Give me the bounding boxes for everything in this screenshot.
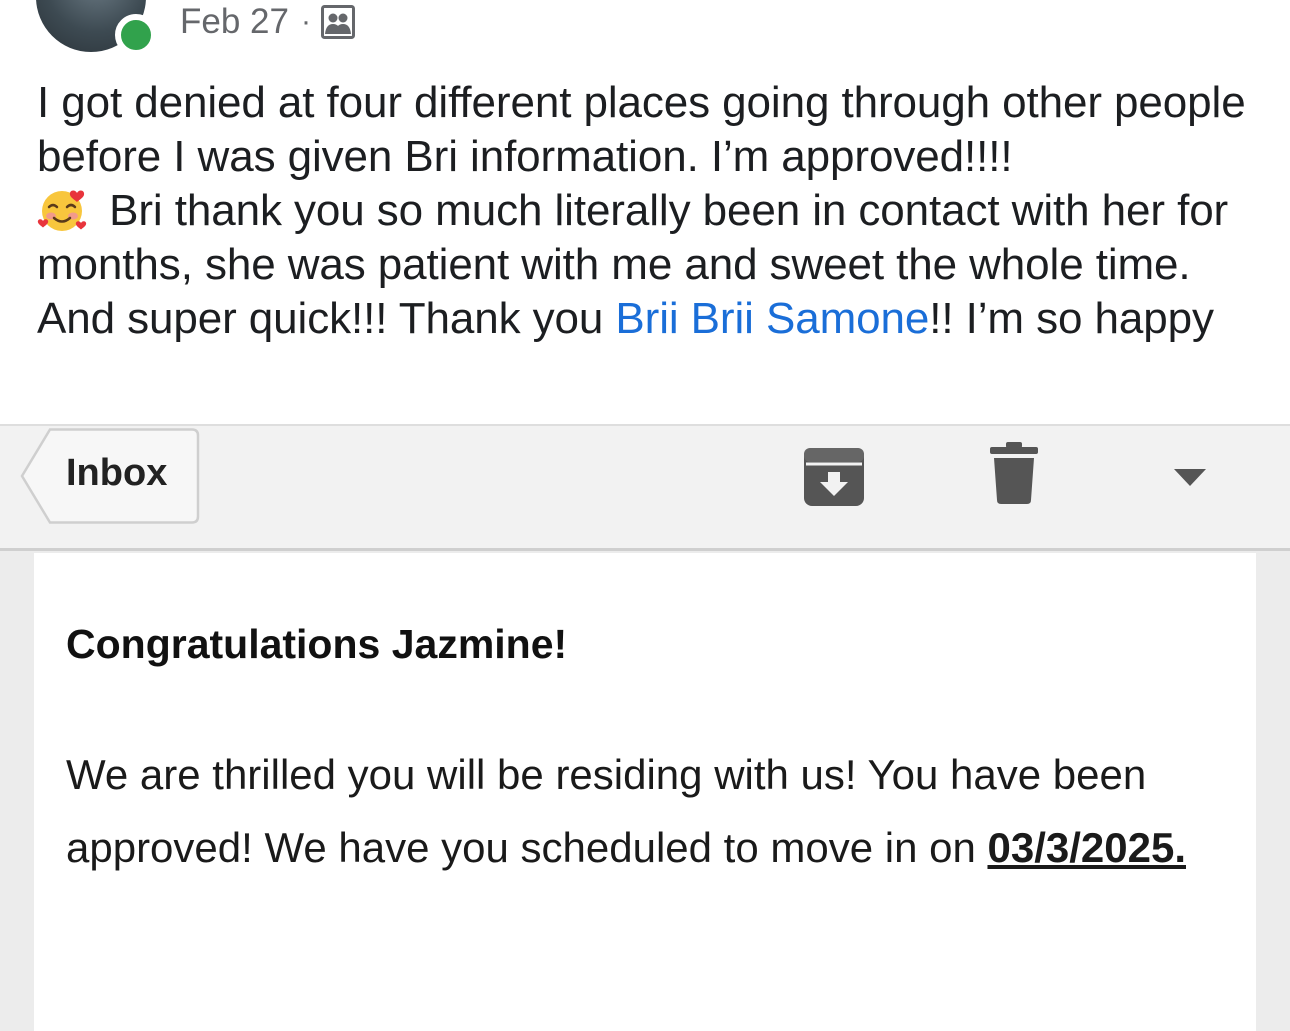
post-body: I got denied at four different places go…: [37, 76, 1267, 346]
post-meta: Feb 27 ·: [180, 2, 355, 42]
email-greeting: Congratulations Jazmine!: [66, 621, 568, 667]
email-screenshot[interactable]: Inbox Congratulations Jazmine! We are th…: [0, 424, 1290, 1031]
email-body: Congratulations Jazmine! We are thrilled…: [34, 553, 1256, 1031]
inbox-label: Inbox: [66, 452, 168, 494]
mention-link[interactable]: Brii Brii Samone: [615, 294, 929, 343]
inbox-back-button[interactable]: Inbox: [20, 428, 200, 524]
chevron-down-icon[interactable]: [1172, 466, 1208, 493]
smiling-face-with-hearts-icon: [37, 187, 89, 233]
post-text-part1: I got denied at four different places go…: [37, 78, 1246, 181]
move-in-date: 03/3/2025.: [987, 824, 1186, 871]
email-message: We are thrilled you will be residing wit…: [66, 738, 1226, 884]
email-toolbar: Inbox: [0, 426, 1290, 551]
post-text-part3: !! I’m so happy: [929, 294, 1214, 343]
email-message-text: We are thrilled you will be residing wit…: [66, 751, 1147, 871]
trash-icon[interactable]: [988, 440, 1040, 509]
online-status-indicator: [115, 14, 157, 56]
meta-separator: ·: [300, 5, 311, 38]
archive-icon[interactable]: [802, 444, 866, 513]
friends-audience-icon[interactable]: [320, 5, 355, 39]
post-date[interactable]: Feb 27: [180, 2, 289, 42]
